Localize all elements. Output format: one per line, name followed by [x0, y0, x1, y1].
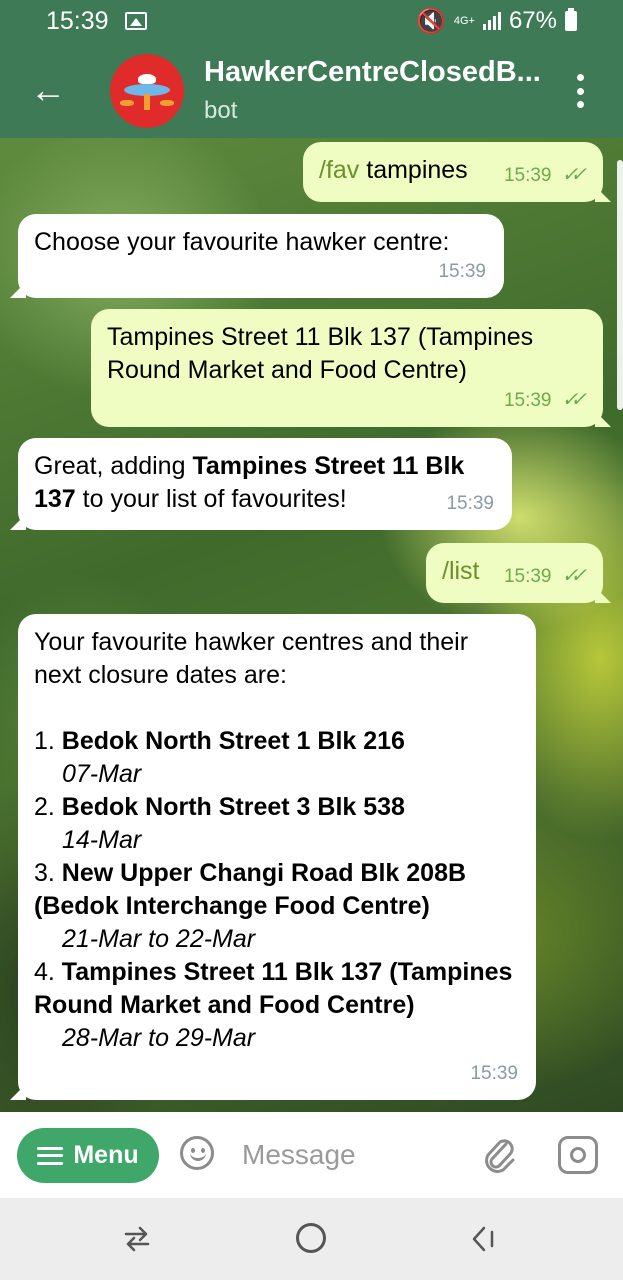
- mute-icon: 🔇: [415, 7, 446, 35]
- stool-shape: [120, 100, 134, 106]
- message-time: 15:39: [446, 493, 494, 514]
- back-icon[interactable]: [470, 1222, 500, 1256]
- message-time: 15:39: [503, 165, 552, 186]
- double-check-icon: ✓✓: [561, 164, 586, 186]
- message-bubble-outgoing[interactable]: Tampines Street 11 Blk 137 (Tampines Rou…: [91, 309, 603, 427]
- avatar[interactable]: [110, 54, 184, 128]
- signal-icon: [482, 12, 501, 30]
- list-number: 2.: [34, 793, 62, 821]
- status-time: 15:39: [46, 6, 109, 35]
- closure-list: 1. Bedok North Street 1 Blk 216 07-Mar 2…: [34, 725, 520, 1055]
- message-text-rest: tampines: [359, 156, 468, 184]
- chat-header: ← HawkerCentreClosedB... bot: [0, 42, 623, 138]
- recent-apps-icon[interactable]: [120, 1224, 154, 1254]
- scrollbar[interactable]: [617, 160, 623, 410]
- paperclip-icon[interactable]: [480, 1132, 518, 1176]
- emoji-icon[interactable]: [180, 1136, 214, 1170]
- chat-title[interactable]: HawkerCentreClosedB...: [204, 56, 549, 89]
- message-meta: 15:39 ✓✓: [503, 560, 587, 593]
- system-navigation-bar: [0, 1198, 623, 1280]
- dish-shape: [138, 74, 156, 84]
- closure-dates: 14-Mar: [62, 826, 142, 854]
- message-text: Choose your favourite hawker centre:: [34, 228, 450, 256]
- status-bar: 15:39 🔇 4G+ 67%: [0, 0, 623, 42]
- message-intro: Your favourite hawker centres and their …: [34, 628, 469, 689]
- message-text-part: Great, adding: [34, 452, 193, 480]
- list-number: 4.: [34, 958, 62, 986]
- list-number: 3.: [34, 859, 62, 887]
- message-bubble-outgoing[interactable]: /fav tampines 15:39 ✓✓: [303, 142, 603, 202]
- message-bubble-outgoing[interactable]: /list 15:39 ✓✓: [426, 543, 603, 603]
- chat-area[interactable]: /fav tampines 15:39 ✓✓ Choose your favour…: [0, 138, 623, 1112]
- network-type: 4G+: [453, 15, 475, 27]
- gallery-notification-icon: [124, 12, 147, 30]
- kebab-menu-icon[interactable]: [575, 74, 585, 108]
- message-text: Tampines Street 11 Blk 137 (Tampines Rou…: [107, 323, 534, 384]
- table-leg-shape: [144, 94, 150, 110]
- message-bubble-incoming[interactable]: Your favourite hawker centres and their …: [18, 614, 536, 1100]
- closure-dates: 07-Mar: [62, 760, 142, 788]
- double-check-icon: ✓✓: [561, 565, 586, 587]
- closure-dates: 28-Mar to 29-Mar: [62, 1024, 256, 1052]
- hawker-name: New Upper Changi Road Blk 208B (Bedok In…: [34, 859, 467, 920]
- list-number: 1.: [34, 727, 62, 755]
- menu-button-label: Menu: [73, 1141, 139, 1169]
- list-item: 4. Tampines Street 11 Blk 137 (Tampines …: [34, 956, 520, 1022]
- closure-dates: 21-Mar to 22-Mar: [62, 925, 256, 953]
- message-meta: 15:39 ✓✓: [503, 384, 587, 417]
- message-bubble-incoming[interactable]: Choose your favourite hawker centre: 15:…: [18, 214, 504, 298]
- hawker-name: Bedok North Street 1 Blk 216: [61, 727, 405, 755]
- message-time: 15:39: [438, 261, 486, 282]
- command-link[interactable]: /list: [442, 557, 480, 585]
- message-time: 15:39: [503, 390, 552, 411]
- instant-camera-icon[interactable]: [558, 1136, 598, 1174]
- battery-icon: [565, 8, 577, 31]
- back-arrow-icon[interactable]: ←: [30, 72, 66, 108]
- command-link[interactable]: /fav: [319, 156, 359, 184]
- message-time: 15:39: [503, 566, 552, 587]
- message-time: 15:39: [470, 1063, 518, 1084]
- message-text: Great, adding Tampines Street 11 Blk 137…: [34, 450, 496, 516]
- message-input-bar: Menu: [0, 1112, 623, 1198]
- hawker-name: Bedok North Street 3 Blk 538: [61, 793, 405, 821]
- list-item: 1. Bedok North Street 1 Blk 216: [34, 725, 520, 758]
- message-bubble-incoming[interactable]: Great, adding Tampines Street 11 Blk 137…: [18, 438, 512, 530]
- list-item: 2. Bedok North Street 3 Blk 538: [34, 791, 520, 824]
- hamburger-icon: [37, 1146, 64, 1165]
- chat-subtitle: bot: [204, 97, 238, 124]
- battery-percent: 67%: [508, 7, 557, 34]
- hawker-name: Tampines Street 11 Blk 137 (Tampines Rou…: [34, 958, 513, 1019]
- status-icons: 🔇 4G+ 67%: [416, 7, 577, 36]
- home-icon[interactable]: [296, 1223, 326, 1253]
- message-meta: 15:39 ✓✓: [503, 159, 587, 192]
- double-check-icon: ✓✓: [561, 389, 586, 411]
- message-input[interactable]: [240, 1134, 464, 1176]
- stool-shape: [160, 100, 174, 106]
- message-text-part: to your list of favourites!: [75, 485, 347, 513]
- menu-button[interactable]: Menu: [17, 1128, 159, 1183]
- list-item: 3. New Upper Changi Road Blk 208B (Bedok…: [34, 857, 520, 923]
